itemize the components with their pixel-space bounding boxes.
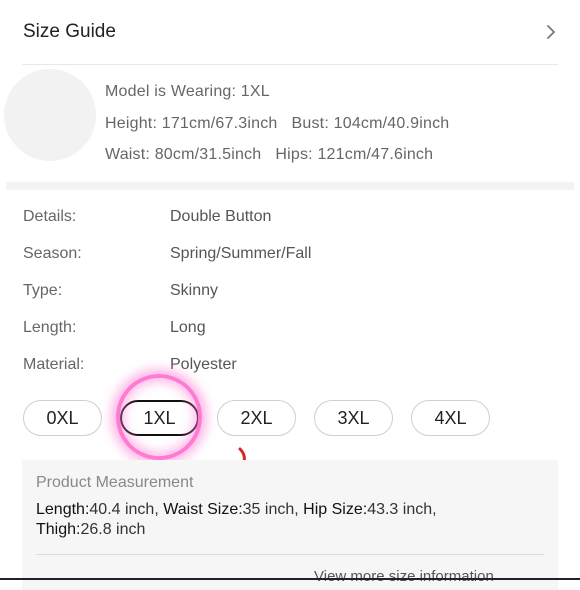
model-waist-hips: Waist: 80cm/31.5inch Hips: 121cm/47.6inch [105,146,433,164]
thigh-label: Thigh: [36,521,81,538]
model-info: Model is Wearing: 1XL Height: 171cm/67.3… [0,65,580,185]
model-bust: Bust: 104cm/40.9inch [291,115,450,132]
model-wearing: Model is Wearing: 1XL [105,83,270,100]
model-waist: Waist: 80cm/31.5inch [105,146,262,163]
model-height-bust: Height: 171cm/67.3inch Bust: 104cm/40.9in… [105,115,449,133]
detail-label: Details: [23,208,77,225]
hip-size-label: Hip Size: [303,501,368,518]
detail-value: Polyester [170,356,237,373]
size-option-0xl[interactable]: 0XL [23,400,102,436]
model-height: Height: 171cm/67.3inch [105,115,278,132]
measurement-values: Length:40.4 inch, Waist Size:35 inch, Hi… [36,500,541,540]
waist-size-label: Waist Size: [163,501,243,518]
measurement-divider [36,554,544,555]
detail-row-type: Type: Skinny [0,282,580,312]
hip-size-value: 43.3 inch, [367,501,437,518]
detail-label: Material: [23,356,85,373]
detail-value: Spring/Summer/Fall [170,245,312,262]
size-option-1xl[interactable]: 1XL [120,400,199,436]
chevron-right-icon [547,25,555,39]
detail-label: Season: [23,245,82,262]
thigh-value: 26.8 inch [80,521,146,538]
size-option-4xl[interactable]: 4XL [411,400,490,436]
waist-size-value: 35 inch, [242,501,299,518]
detail-row-details: Details: Double Button [0,208,580,238]
measurement-title: Product Measurement [36,474,194,491]
size-guide-title: Size Guide [23,21,116,42]
section-separator [6,182,574,190]
view-more-size-info-link[interactable]: View more size information [314,568,494,585]
model-hips: Hips: 121cm/47.6inch [275,146,434,163]
size-option-2xl[interactable]: 2XL [217,400,296,436]
size-guide-row[interactable]: Size Guide [0,0,580,64]
detail-label: Type: [23,282,63,299]
detail-value: Long [170,319,206,336]
detail-row-length: Length: Long [0,319,580,349]
size-option-3xl[interactable]: 3XL [314,400,393,436]
size-selector: 0XL 1XL 2XL 3XL 4XL [0,398,580,440]
detail-value: Double Button [170,208,272,225]
length-value: 40.4 inch, [89,501,159,518]
detail-label: Length: [23,319,77,336]
detail-value: Skinny [170,282,219,299]
length-label: Length: [36,501,90,518]
detail-row-material: Material: Polyester [0,356,580,386]
detail-row-season: Season: Spring/Summer/Fall [0,245,580,275]
model-avatar [4,69,96,161]
product-measurement-box: Product Measurement Length:40.4 inch, Wa… [22,460,558,590]
